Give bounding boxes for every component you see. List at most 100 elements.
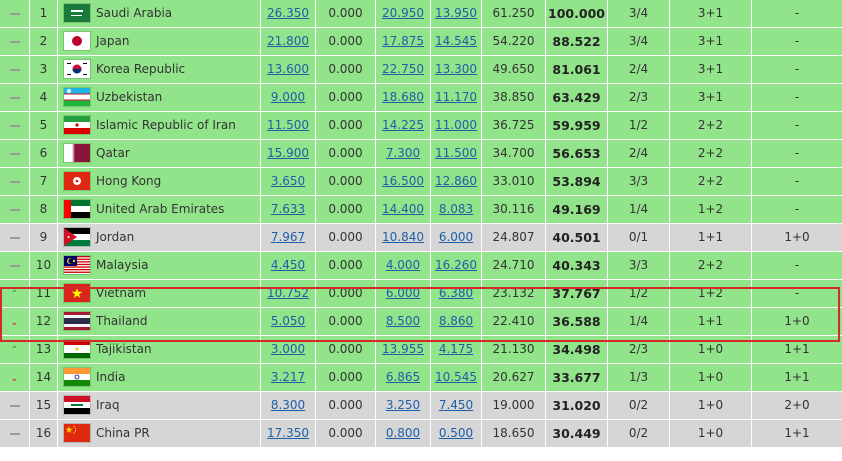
iran-flag-icon (64, 116, 90, 134)
value-link[interactable]: 4.000 (386, 258, 420, 272)
table-row[interactable]: 9 Jordan 7.967 0.000 10.840 6.000 24.807 40.501… (0, 224, 842, 252)
record-cell: 2/4 (608, 56, 670, 83)
value-link[interactable]: 16.260 (435, 258, 477, 272)
trend-cell (0, 168, 30, 195)
table-row[interactable]: 3 Korea Republic 13.600 0.000 22.750 13.300 49… (0, 56, 842, 84)
points-link-a: 4.450 (261, 252, 316, 279)
value-link[interactable]: 13.955 (382, 342, 424, 356)
value-link[interactable]: 17.875 (382, 34, 424, 48)
value-link[interactable]: 14.225 (382, 118, 424, 132)
value-link[interactable]: 0.800 (386, 426, 420, 440)
team-name[interactable]: China PR (96, 420, 150, 447)
value-link[interactable]: 6.000 (386, 286, 420, 300)
value-link[interactable]: 15.900 (267, 146, 309, 160)
value-link[interactable]: 16.500 (382, 174, 424, 188)
vietnam-flag-icon (64, 284, 90, 302)
value-link[interactable]: 10.545 (435, 370, 477, 384)
record-cell: 1/4 (608, 308, 670, 335)
record-cell: 1/4 (608, 196, 670, 223)
value-link[interactable]: 21.800 (267, 34, 309, 48)
value-link[interactable]: 6.380 (439, 286, 473, 300)
value-link[interactable]: 17.350 (267, 426, 309, 440)
value-link[interactable]: 7.450 (439, 398, 473, 412)
points-link-d: 12.860 (431, 168, 482, 195)
trend-cell (0, 252, 30, 279)
table-row[interactable]: 6 Qatar 15.900 0.000 7.300 11.500 34.700 56.653… (0, 140, 842, 168)
value-link[interactable]: 6.865 (386, 370, 420, 384)
value-link[interactable]: 3.650 (271, 174, 305, 188)
value-link[interactable]: 4.450 (271, 258, 305, 272)
table-row[interactable]: 10 Malaysia 4.450 0.000 4.000 16.260 24.710 40.… (0, 252, 842, 280)
value-link[interactable]: 7.633 (271, 202, 305, 216)
table-row[interactable]: 4 Uzbekistan 9.000 0.000 18.680 11.170 38.850 6… (0, 84, 842, 112)
team-name[interactable]: Saudi Arabia (96, 0, 172, 27)
value-link[interactable]: 3.000 (271, 342, 305, 356)
points-link-d: 13.300 (431, 56, 482, 83)
value-link[interactable]: 12.860 (435, 174, 477, 188)
value-link[interactable]: 8.083 (439, 202, 473, 216)
value-link[interactable]: 22.750 (382, 62, 424, 76)
table-row[interactable]: ⌄ 14 India 3.217 0.000 6.865 10.545 20.627 33.67… (0, 364, 842, 392)
value-link[interactable]: 8.300 (271, 398, 305, 412)
team-name[interactable]: Hong Kong (96, 168, 161, 195)
value-link[interactable]: 3.250 (386, 398, 420, 412)
record-cell: 2/4 (608, 140, 670, 167)
team-name[interactable]: Jordan (96, 224, 134, 251)
value-link[interactable]: 8.860 (439, 314, 473, 328)
team-name[interactable]: Thailand (96, 308, 148, 335)
team-name[interactable]: United Arab Emirates (96, 196, 224, 223)
value-link[interactable]: 3.217 (271, 370, 305, 384)
value-link[interactable]: 10.840 (382, 230, 424, 244)
value-link[interactable]: 14.545 (435, 34, 477, 48)
team-name[interactable]: Iraq (96, 392, 119, 419)
value-cell: 0.000 (316, 224, 376, 251)
value-link[interactable]: 8.500 (386, 314, 420, 328)
table-row[interactable]: 8 United Arab Emirates 7.633 0.000 14.400 8.0… (0, 196, 842, 224)
value-link[interactable]: 11.500 (267, 118, 309, 132)
team-name[interactable]: Tajikistan (96, 336, 152, 363)
value-cell: - (794, 34, 800, 48)
table-row[interactable]: 2 Japan 21.800 0.000 17.875 14.545 54.220 88.52… (0, 28, 842, 56)
rank-cell: 11 (30, 280, 58, 307)
team-name[interactable]: India (96, 364, 125, 391)
value-link[interactable]: 26.350 (267, 6, 309, 20)
no-change-icon (9, 264, 20, 267)
table-row[interactable]: 16 China PR 17.350 0.000 0.800 0.500 18.650 30.… (0, 420, 842, 448)
trend-cell (0, 112, 30, 139)
value-link[interactable]: 7.967 (271, 230, 305, 244)
value-link[interactable]: 11.170 (435, 90, 477, 104)
value-link[interactable]: 13.950 (435, 6, 477, 20)
table-row[interactable]: 1 Saudi Arabia 26.350 0.000 20.950 13.950 61.2… (0, 0, 842, 28)
team-name[interactable]: Japan (96, 28, 129, 55)
table-row[interactable]: 5 Islamic Republic of Iran 11.500 0.000 14.2… (0, 112, 842, 140)
table-row[interactable]: ⌃ 11 Vietnam 10.752 0.000 6.000 6.380 23.132 37.… (0, 280, 842, 308)
value-link[interactable]: 11.000 (435, 118, 477, 132)
value-link[interactable]: 6.000 (439, 230, 473, 244)
team-name[interactable]: Vietnam (96, 280, 146, 307)
value-link[interactable]: 11.500 (435, 146, 477, 160)
team-name[interactable]: Uzbekistan (96, 84, 162, 111)
value-link[interactable]: 5.050 (271, 314, 305, 328)
team-name[interactable]: Korea Republic (96, 56, 185, 83)
team-name[interactable]: Islamic Republic of Iran (96, 112, 236, 139)
qatar-flag-icon (64, 144, 90, 162)
value-link[interactable]: 13.300 (435, 62, 477, 76)
value-link[interactable]: 20.950 (382, 6, 424, 20)
table-row[interactable]: ⌃ 13 Tajikistan 3.000 0.000 13.955 4.175 21.130… (0, 336, 842, 364)
value-cell: 3+1 (670, 0, 752, 27)
points-link-a: 5.050 (261, 308, 316, 335)
trend-cell (0, 28, 30, 55)
team-name[interactable]: Malaysia (96, 252, 148, 279)
table-row[interactable]: ⌄ 12 Thailand 5.050 0.000 8.500 8.860 22.410 36.… (0, 308, 842, 336)
value-link[interactable]: 13.600 (267, 62, 309, 76)
table-row[interactable]: 7 Hong Kong 3.650 0.000 16.500 12.860 33.010 53… (0, 168, 842, 196)
value-link[interactable]: 18.680 (382, 90, 424, 104)
value-link[interactable]: 7.300 (386, 146, 420, 160)
value-link[interactable]: 0.500 (439, 426, 473, 440)
value-link[interactable]: 14.400 (382, 202, 424, 216)
value-link[interactable]: 9.000 (271, 90, 305, 104)
team-name[interactable]: Qatar (96, 140, 130, 167)
value-link[interactable]: 10.752 (267, 286, 309, 300)
value-link[interactable]: 4.175 (439, 342, 473, 356)
table-row[interactable]: 15 Iraq 8.300 0.000 3.250 7.450 19.000 31.020 0/… (0, 392, 842, 420)
